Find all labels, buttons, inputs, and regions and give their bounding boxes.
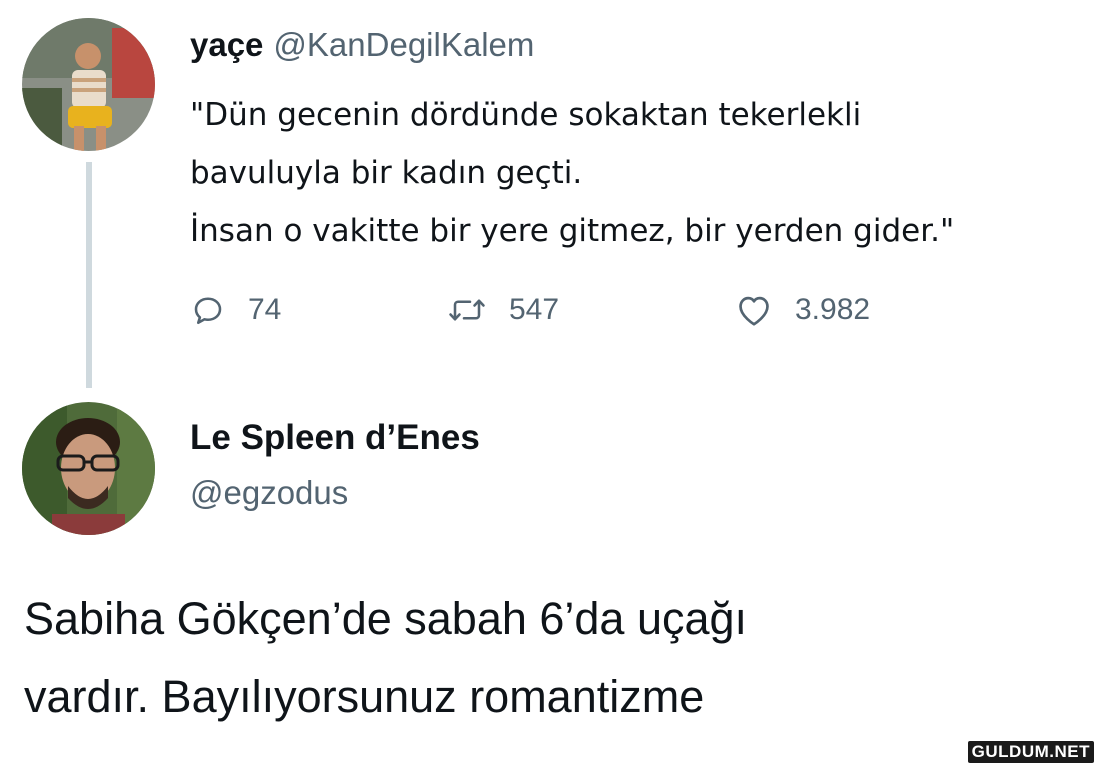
tweet2-handle[interactable]: @egzodus bbox=[190, 474, 348, 512]
tweet1-handle[interactable]: @KanDegilKalem bbox=[273, 26, 534, 63]
tweet2-text-line: vardır. Bayılıyorsunuz romantizme bbox=[24, 671, 705, 722]
like-button[interactable]: 3.982 bbox=[735, 288, 870, 332]
tweet1-text-line: "Dün gecenin dördünde sokaktan tekerlekl… bbox=[190, 97, 862, 133]
tweet2-display-name[interactable]: Le Spleen d’Enes bbox=[190, 418, 480, 458]
tweet1-text-line: İnsan o vakitte bir yere gitmez, bir yer… bbox=[190, 213, 955, 249]
reply-button[interactable]: 74 bbox=[190, 288, 281, 332]
reply-count: 74 bbox=[248, 293, 282, 326]
watermark: GULDUM.NET bbox=[967, 741, 1094, 763]
avatar[interactable] bbox=[22, 18, 155, 151]
retweet-count: 547 bbox=[509, 293, 560, 326]
retweet-button[interactable]: 547 bbox=[447, 288, 559, 332]
tweet1-text-line: bavuluyla bir kadın geçti. bbox=[190, 155, 583, 191]
thread-line bbox=[86, 162, 92, 388]
tweet1-author[interactable]: yaçe @KanDegilKalem bbox=[190, 26, 534, 64]
tweet2-text: Sabiha Gökçen’de sabah 6’da uçağı vardır… bbox=[24, 580, 747, 736]
tweet1-display-name[interactable]: yaçe bbox=[190, 26, 263, 63]
avatar[interactable] bbox=[22, 402, 155, 535]
tweet1-text: "Dün gecenin dördünde sokaktan tekerlekl… bbox=[190, 86, 954, 260]
like-count: 3.982 bbox=[795, 293, 871, 326]
heart-icon bbox=[735, 292, 773, 328]
reply-icon bbox=[190, 292, 226, 328]
retweet-icon bbox=[447, 292, 487, 328]
tweet2-text-line: Sabiha Gökçen’de sabah 6’da uçağı bbox=[24, 593, 748, 644]
